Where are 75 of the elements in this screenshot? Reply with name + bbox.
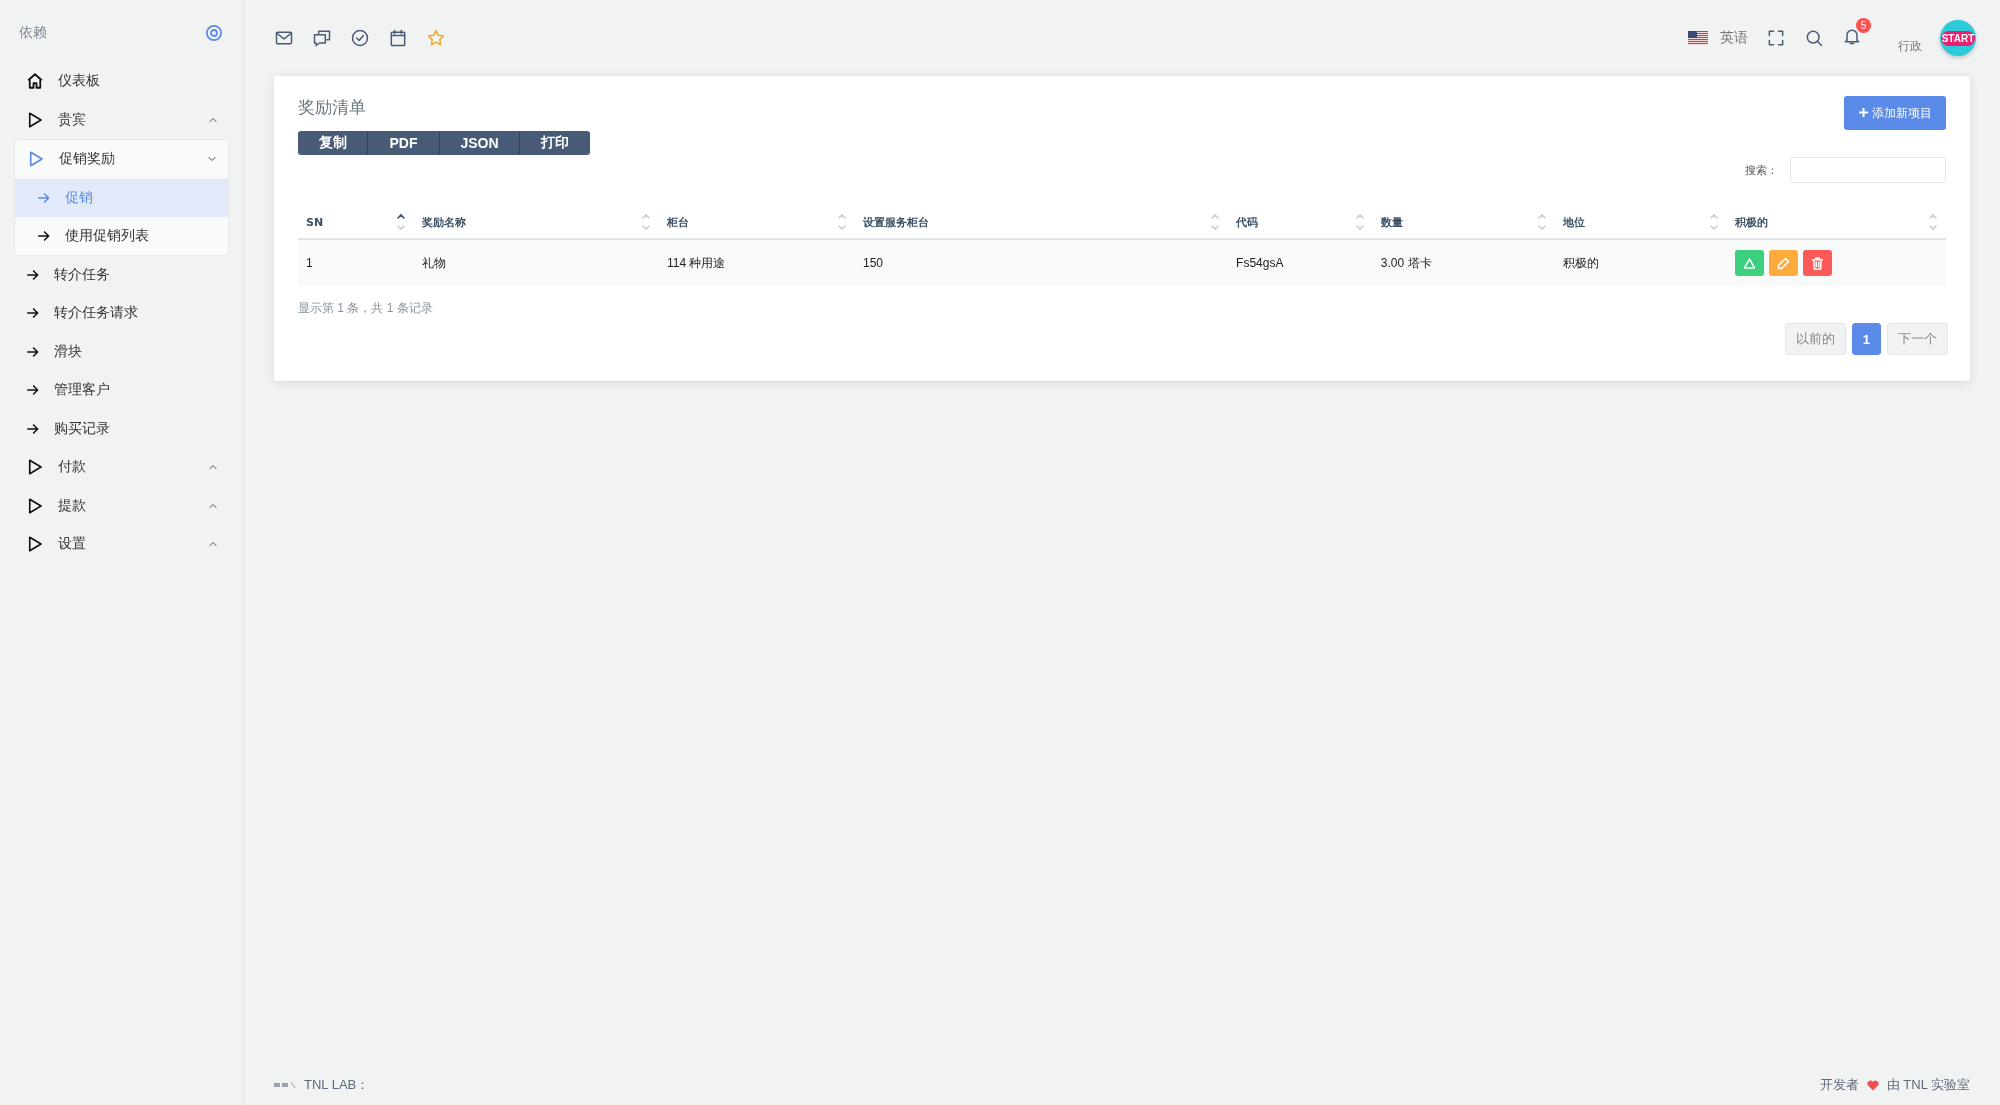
search-label: 搜索： (1745, 162, 1778, 178)
column-header[interactable]: 柜台 (666, 216, 689, 229)
sidebar-item[interactable]: 管理客户 (14, 371, 229, 410)
export-button[interactable]: 复制 (298, 131, 368, 155)
column-header[interactable]: 设置服务柜台 (863, 216, 929, 229)
delete-button[interactable] (1802, 250, 1832, 276)
sidebar-item[interactable]: 促销奖励 (15, 140, 228, 179)
play-icon (26, 110, 44, 129)
sidebar-title: 依赖 (19, 24, 47, 42)
table-cell: 礼物 (421, 255, 446, 270)
chat-icon[interactable] (312, 28, 332, 48)
pencil-icon (1775, 255, 1791, 271)
footer-credit: 由 TNL 实验室 (1886, 1076, 1970, 1094)
avatar[interactable]: START (1940, 20, 1976, 56)
play-icon (26, 535, 44, 554)
sidebar-item[interactable]: 购买记录 (14, 409, 229, 448)
edit-button[interactable] (1768, 250, 1798, 276)
footer-credit: 开发者 (1819, 1076, 1859, 1094)
sidebar-item[interactable]: 付款 (14, 448, 229, 487)
plus-icon (1858, 106, 1869, 118)
sort-icon[interactable] (395, 212, 406, 232)
logo-icon (274, 1081, 296, 1089)
activate-button[interactable] (1734, 250, 1764, 276)
table-cell: 1 (306, 256, 313, 270)
play-icon (26, 458, 44, 477)
table-info: 显示第 1 条，共 1 条记录 (298, 300, 434, 317)
user-name: 行政 (1898, 37, 1922, 55)
footer-brand: TNL LAB： (304, 1076, 370, 1094)
sidebar-item[interactable]: 提款 (14, 486, 229, 525)
sidebar-item[interactable]: 贵宾 (14, 100, 229, 139)
home-icon (26, 72, 44, 91)
column-header[interactable]: 数量 (1380, 216, 1403, 229)
card-title: 奖励清单 (298, 97, 367, 119)
column-header[interactable]: 积极的 (1734, 216, 1768, 229)
language-label[interactable]: 英语 (1720, 29, 1748, 47)
arrow-icon (26, 344, 40, 359)
column-header[interactable]: SN (306, 216, 324, 229)
sidebar-item[interactable]: 滑块 (14, 332, 229, 371)
search-icon[interactable] (1804, 28, 1824, 48)
flag-icon[interactable] (1688, 31, 1708, 45)
submenu-item[interactable]: 使用促销列表 (15, 216, 228, 255)
export-button[interactable]: PDF (368, 131, 440, 155)
triangle-icon (1741, 255, 1757, 271)
trash-icon (1809, 255, 1825, 271)
target-icon[interactable] (205, 24, 223, 42)
arrow-icon (37, 228, 51, 243)
table-cell: 114 种用途 (666, 255, 726, 270)
column-header[interactable]: 地位 (1562, 216, 1585, 229)
arrow-icon (26, 306, 40, 321)
table-cell: 积极的 (1562, 255, 1599, 270)
export-button[interactable]: 打印 (520, 131, 590, 155)
calendar-icon[interactable] (388, 28, 408, 48)
check-circle-icon[interactable] (350, 28, 370, 48)
table-cell: Fs54gsA (1236, 256, 1284, 270)
arrow-icon (26, 267, 40, 282)
export-button[interactable]: JSON (440, 131, 520, 155)
arrow-icon (26, 383, 40, 398)
arrow-icon (37, 190, 51, 205)
column-header[interactable]: 代码 (1236, 216, 1259, 229)
sidebar-item[interactable]: 仪表板 (14, 62, 229, 101)
column-header[interactable]: 奖励名称 (421, 216, 466, 229)
sidebar-item[interactable]: 转介任务 (14, 255, 229, 294)
notification-badge: 5 (1856, 18, 1871, 33)
sidebar-item[interactable]: 设置 (14, 525, 229, 564)
star-icon[interactable] (426, 28, 446, 48)
mail-icon[interactable] (274, 28, 294, 48)
sidebar-item[interactable]: 转介任务请求 (14, 294, 229, 333)
table-cell: 3.00 塔卡 (1380, 255, 1432, 270)
play-icon (27, 150, 45, 169)
fullscreen-icon[interactable] (1766, 28, 1786, 48)
heart-icon (1866, 1079, 1879, 1091)
play-icon (26, 496, 44, 515)
table-cell: 150 (863, 256, 884, 270)
arrow-icon (26, 421, 40, 436)
search-field[interactable] (1790, 157, 1946, 183)
